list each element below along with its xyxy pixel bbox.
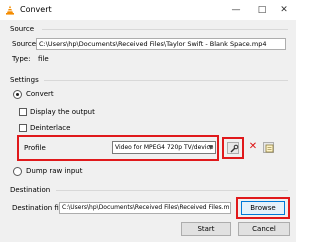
deinterlace-label: Deinterlace: [30, 124, 71, 132]
source-path-field[interactable]: C:\Users\hp\Documents\Received Files\Tay…: [36, 38, 286, 50]
chevron-down-icon: ▼: [208, 144, 213, 151]
dump-raw-radio[interactable]: [13, 167, 22, 176]
cancel-button[interactable]: Cancel: [238, 222, 290, 236]
display-output-checkbox[interactable]: [19, 108, 27, 116]
destination-file-field[interactable]: C:\Users\hp\Documents\Received Files\Rec…: [59, 202, 231, 214]
settings-divider: [44, 80, 288, 81]
convert-label: Convert: [26, 90, 54, 98]
dump-raw-label: Dump raw input: [26, 167, 83, 175]
edit-profile-button[interactable]: [227, 142, 239, 154]
source-label: Source:: [12, 40, 39, 48]
source-divider: [42, 29, 288, 30]
start-button[interactable]: Start: [181, 222, 231, 236]
new-profile-button[interactable]: [263, 142, 274, 153]
profile-label: Profile: [24, 144, 46, 152]
type-label: Type:: [12, 55, 31, 63]
display-output-label: Display the output: [30, 108, 95, 116]
radio-selected-dot: [16, 93, 19, 96]
profile-selected-value: Video for MPEG4 720p TV/device: [115, 144, 214, 151]
minimize-button[interactable]: —: [222, 0, 250, 20]
settings-group-label: Settings: [10, 76, 39, 84]
delete-profile-icon[interactable]: ✕: [247, 141, 259, 153]
destination-divider: [56, 190, 288, 191]
close-button[interactable]: ✕: [270, 0, 298, 20]
wrench-icon: [230, 144, 239, 153]
vlc-cone-icon: [5, 5, 15, 15]
source-group-label: Source: [10, 25, 35, 33]
profile-dropdown[interactable]: Video for MPEG4 720p TV/device ▼: [112, 141, 216, 154]
new-profile-icon: [265, 144, 274, 153]
convert-radio[interactable]: [13, 90, 22, 99]
deinterlace-checkbox[interactable]: [19, 124, 27, 132]
type-value: file: [38, 55, 49, 63]
window-title: Convert: [20, 5, 52, 14]
browse-button[interactable]: Browse: [241, 201, 285, 215]
destination-group-label: Destination: [10, 186, 51, 194]
